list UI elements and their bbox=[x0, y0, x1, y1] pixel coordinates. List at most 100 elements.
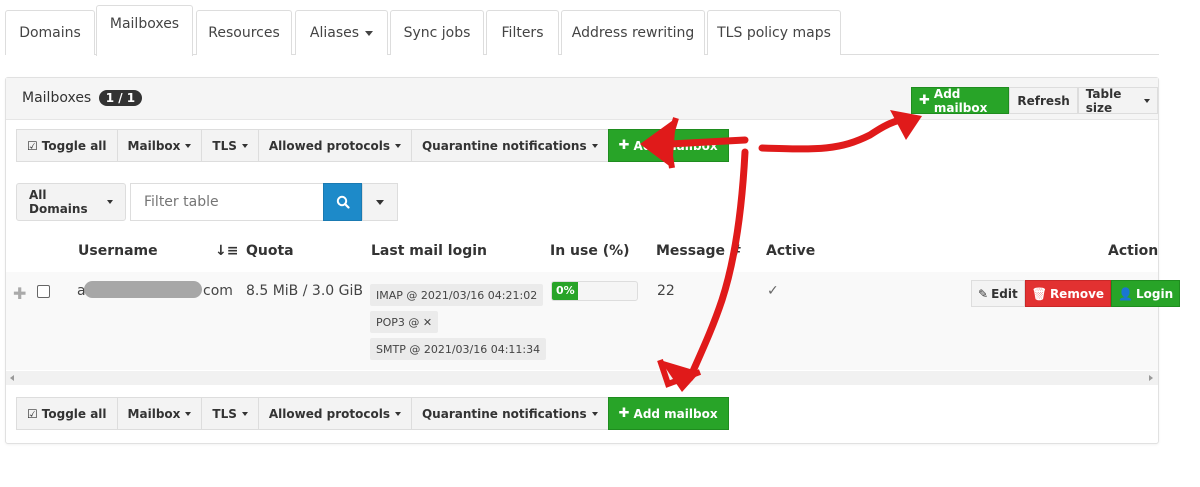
header-actions: ✚ Add mailbox Refresh Table size bbox=[911, 86, 1158, 115]
tab-tls-policy-maps[interactable]: TLS policy maps bbox=[707, 10, 841, 55]
username-suffix: com bbox=[203, 283, 233, 299]
tab-label: Sync jobs bbox=[403, 25, 471, 41]
trash-icon: 🗑 bbox=[1031, 286, 1047, 301]
toggle-all-button[interactable]: ☑ Toggle all bbox=[16, 397, 118, 430]
button-label: Refresh bbox=[1017, 93, 1070, 108]
count-badge: 1 / 1 bbox=[98, 90, 143, 106]
search-button[interactable] bbox=[323, 183, 362, 221]
mailbox-dropdown[interactable]: Mailbox bbox=[116, 129, 203, 162]
header-add-mailbox-button[interactable]: ✚ Add mailbox bbox=[911, 87, 1010, 115]
button-label: Edit bbox=[991, 286, 1018, 301]
button-label: Mailbox bbox=[127, 138, 181, 153]
caret-down-icon bbox=[591, 143, 598, 148]
tab-domains[interactable]: Domains bbox=[5, 10, 95, 55]
caret-down-icon bbox=[241, 143, 248, 148]
header-messages[interactable]: Message # bbox=[656, 243, 742, 259]
tab-label: Mailboxes bbox=[109, 16, 180, 32]
plus-icon: ✚ bbox=[618, 406, 630, 421]
table-size-button[interactable]: Table size bbox=[1077, 86, 1158, 115]
message-count: 22 bbox=[657, 283, 675, 299]
button-label: Quarantine notifications bbox=[421, 138, 587, 153]
redacted-username bbox=[84, 281, 202, 298]
header-username[interactable]: Username bbox=[78, 243, 158, 259]
caret-down-icon bbox=[185, 143, 192, 148]
select-label: All Domains bbox=[29, 188, 88, 216]
expand-icon[interactable]: ✚ bbox=[13, 284, 26, 303]
quarantine-notifications-dropdown[interactable]: Quarantine notifications bbox=[410, 397, 609, 430]
caret-down-icon bbox=[1144, 98, 1150, 103]
refresh-button[interactable]: Refresh bbox=[1009, 87, 1078, 114]
user-icon: 👤 bbox=[1118, 286, 1133, 301]
tab-filters[interactable]: Filters bbox=[486, 10, 559, 55]
usage-progress: 0% bbox=[551, 281, 638, 301]
button-label: Add mailbox bbox=[633, 406, 718, 421]
plus-icon: ✚ bbox=[919, 93, 930, 108]
filter-input[interactable] bbox=[130, 183, 323, 221]
tab-label: Filters bbox=[501, 25, 544, 41]
caret-down-icon bbox=[241, 411, 248, 416]
button-label: Allowed protocols bbox=[268, 138, 390, 153]
header-in-use[interactable]: In use (%) bbox=[550, 243, 630, 259]
button-label: Table size bbox=[1085, 86, 1122, 115]
allowed-protocols-dropdown[interactable]: Allowed protocols bbox=[257, 129, 412, 162]
add-mailbox-button[interactable]: ✚ Add mailbox bbox=[607, 397, 729, 430]
header-action: Action bbox=[1108, 243, 1159, 259]
nav-tabs: Domains Mailboxes Resources Aliases Sync… bbox=[5, 5, 1159, 56]
button-label: Toggle all bbox=[41, 406, 107, 421]
button-label: Allowed protocols bbox=[268, 406, 390, 421]
login-pop3: POP3 @ ✕ bbox=[370, 311, 439, 333]
header-last-login[interactable]: Last mail login bbox=[371, 243, 487, 259]
button-label: Toggle all bbox=[41, 138, 107, 153]
tab-label: Aliases bbox=[309, 25, 360, 41]
row-actions: ✎ Edit 🗑 Remove 👤 Login bbox=[971, 280, 1181, 307]
domain-select[interactable]: All Domains bbox=[16, 183, 126, 221]
quota-value: 8.5 MiB / 3.0 GiB bbox=[246, 283, 363, 299]
header-quota[interactable]: Quota bbox=[246, 243, 294, 259]
filter-options-button[interactable] bbox=[362, 183, 398, 221]
panel-title-text: Mailboxes bbox=[22, 90, 92, 106]
tab-resources[interactable]: Resources bbox=[196, 10, 292, 55]
tab-sync-jobs[interactable]: Sync jobs bbox=[390, 10, 484, 55]
check-square-icon: ☑ bbox=[27, 138, 38, 153]
button-label: Remove bbox=[1049, 286, 1105, 301]
caret-down-icon bbox=[376, 199, 384, 205]
bottom-toolbar: ☑ Toggle all Mailbox TLS Allowed protoco… bbox=[16, 397, 729, 430]
allowed-protocols-dropdown[interactable]: Allowed protocols bbox=[257, 397, 412, 430]
caret-down-icon bbox=[394, 143, 401, 148]
add-mailbox-button[interactable]: ✚ Add mailbox bbox=[607, 129, 729, 162]
button-label: Add mailbox bbox=[633, 138, 718, 153]
tls-dropdown[interactable]: TLS bbox=[201, 397, 259, 430]
quarantine-notifications-dropdown[interactable]: Quarantine notifications bbox=[410, 129, 609, 162]
panel-header: Mailboxes 1 / 1 ✚ Add mailbox Refresh Ta… bbox=[6, 78, 1158, 120]
top-toolbar: ☑ Toggle all Mailbox TLS Allowed protoco… bbox=[16, 129, 729, 162]
filter-row: All Domains bbox=[16, 183, 398, 221]
button-label: Quarantine notifications bbox=[421, 406, 587, 421]
caret-down-icon bbox=[591, 411, 598, 416]
tab-label: Address rewriting bbox=[571, 25, 695, 41]
header-active[interactable]: Active bbox=[766, 243, 815, 259]
panel-title: Mailboxes 1 / 1 bbox=[22, 90, 143, 106]
tab-label: TLS policy maps bbox=[717, 25, 831, 41]
horizontal-scrollbar[interactable] bbox=[6, 371, 1158, 385]
plus-icon: ✚ bbox=[618, 138, 630, 153]
scroll-left-icon[interactable] bbox=[10, 375, 14, 381]
button-label: TLS bbox=[212, 406, 237, 421]
tab-aliases[interactable]: Aliases bbox=[295, 10, 388, 55]
caret-down-icon bbox=[107, 200, 113, 204]
remove-button[interactable]: 🗑 Remove bbox=[1024, 280, 1112, 307]
sort-desc-icon[interactable]: ↓≡ bbox=[215, 243, 238, 259]
tab-label: Domains bbox=[19, 25, 81, 41]
tab-address-rewriting[interactable]: Address rewriting bbox=[561, 10, 705, 55]
row-checkbox[interactable] bbox=[37, 285, 50, 298]
scroll-right-icon[interactable] bbox=[1149, 375, 1153, 381]
tls-dropdown[interactable]: TLS bbox=[201, 129, 259, 162]
edit-button[interactable]: ✎ Edit bbox=[971, 280, 1025, 307]
login-button[interactable]: 👤 Login bbox=[1111, 280, 1181, 307]
mailbox-dropdown[interactable]: Mailbox bbox=[116, 397, 203, 430]
caret-down-icon bbox=[365, 30, 374, 36]
tab-mailboxes[interactable]: Mailboxes bbox=[96, 5, 193, 56]
search-icon bbox=[336, 195, 350, 209]
button-label: TLS bbox=[212, 138, 237, 153]
toggle-all-button[interactable]: ☑ Toggle all bbox=[16, 129, 118, 162]
usage-progress-label: 0% bbox=[556, 284, 575, 297]
